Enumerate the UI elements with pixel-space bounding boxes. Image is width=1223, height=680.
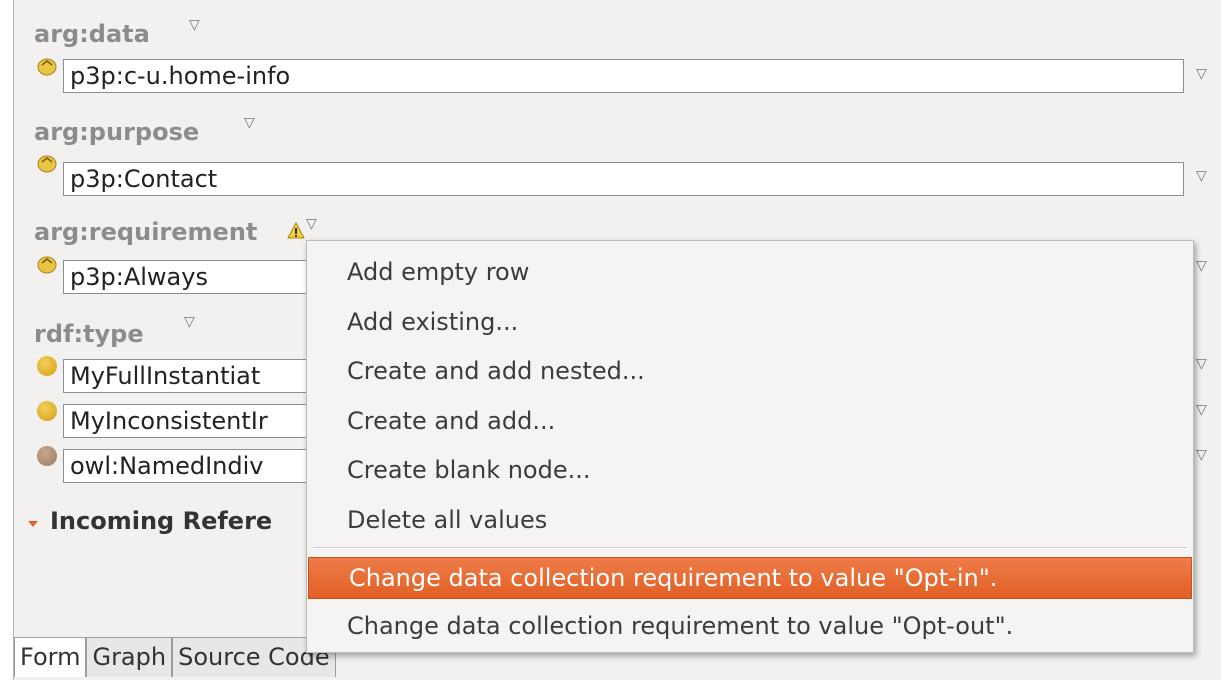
- property-menu-icon[interactable]: ▽: [184, 314, 195, 330]
- menu-item-delete-all-values[interactable]: Delete all values: [307, 499, 1193, 541]
- menu-item-add-existing[interactable]: Add existing...: [307, 301, 1193, 343]
- context-menu: Add empty row Add existing... Create and…: [306, 240, 1194, 653]
- value-dropdown-icon[interactable]: ▽: [1196, 356, 1207, 372]
- value-dropdown-icon[interactable]: ▽: [1196, 402, 1207, 418]
- value-dropdown-icon[interactable]: ▽: [1196, 168, 1207, 184]
- value-dropdown-icon[interactable]: ▽: [1196, 258, 1207, 274]
- warning-icon: [287, 222, 305, 239]
- menu-item-change-requirement-opt-out[interactable]: Change data collection requirement to va…: [307, 605, 1193, 647]
- class-icon: [37, 356, 57, 376]
- individual-icon: [37, 256, 57, 274]
- menu-item-create-blank-node[interactable]: Create blank node...: [307, 449, 1193, 491]
- property-menu-icon[interactable]: ▽: [306, 216, 317, 232]
- value-field-arg-purpose[interactable]: p3p:Contact: [63, 162, 1184, 196]
- property-label-arg-purpose[interactable]: arg:purpose: [34, 118, 199, 146]
- tab-form[interactable]: Form: [14, 637, 87, 677]
- named-individual-icon: [37, 446, 57, 466]
- individual-icon: [37, 155, 57, 173]
- property-label-arg-data[interactable]: arg:data: [34, 20, 150, 48]
- value-dropdown-icon[interactable]: ▽: [1196, 447, 1207, 463]
- menu-item-change-requirement-opt-in[interactable]: Change data collection requirement to va…: [308, 557, 1192, 599]
- menu-item-create-and-add-nested[interactable]: Create and add nested...: [307, 350, 1193, 392]
- editor-tab-bar: Form Graph Source Code: [14, 637, 336, 677]
- property-label-rdf-type[interactable]: rdf:type: [34, 320, 144, 348]
- section-collapse-icon[interactable]: [28, 521, 38, 527]
- class-icon: [37, 401, 57, 421]
- property-label-arg-requirement[interactable]: arg:requirement: [34, 218, 257, 246]
- value-field-arg-data[interactable]: p3p:c-u.home-info: [63, 59, 1184, 93]
- tab-graph[interactable]: Graph: [86, 637, 173, 677]
- individual-icon: [37, 58, 57, 76]
- value-dropdown-icon[interactable]: ▽: [1196, 66, 1207, 82]
- menu-separator: [313, 547, 1187, 549]
- property-menu-icon[interactable]: ▽: [244, 115, 255, 131]
- menu-item-add-empty-row[interactable]: Add empty row: [307, 251, 1193, 293]
- menu-item-create-and-add[interactable]: Create and add...: [307, 400, 1193, 442]
- incoming-references-title[interactable]: Incoming Refere: [50, 507, 272, 535]
- property-menu-icon[interactable]: ▽: [189, 17, 200, 33]
